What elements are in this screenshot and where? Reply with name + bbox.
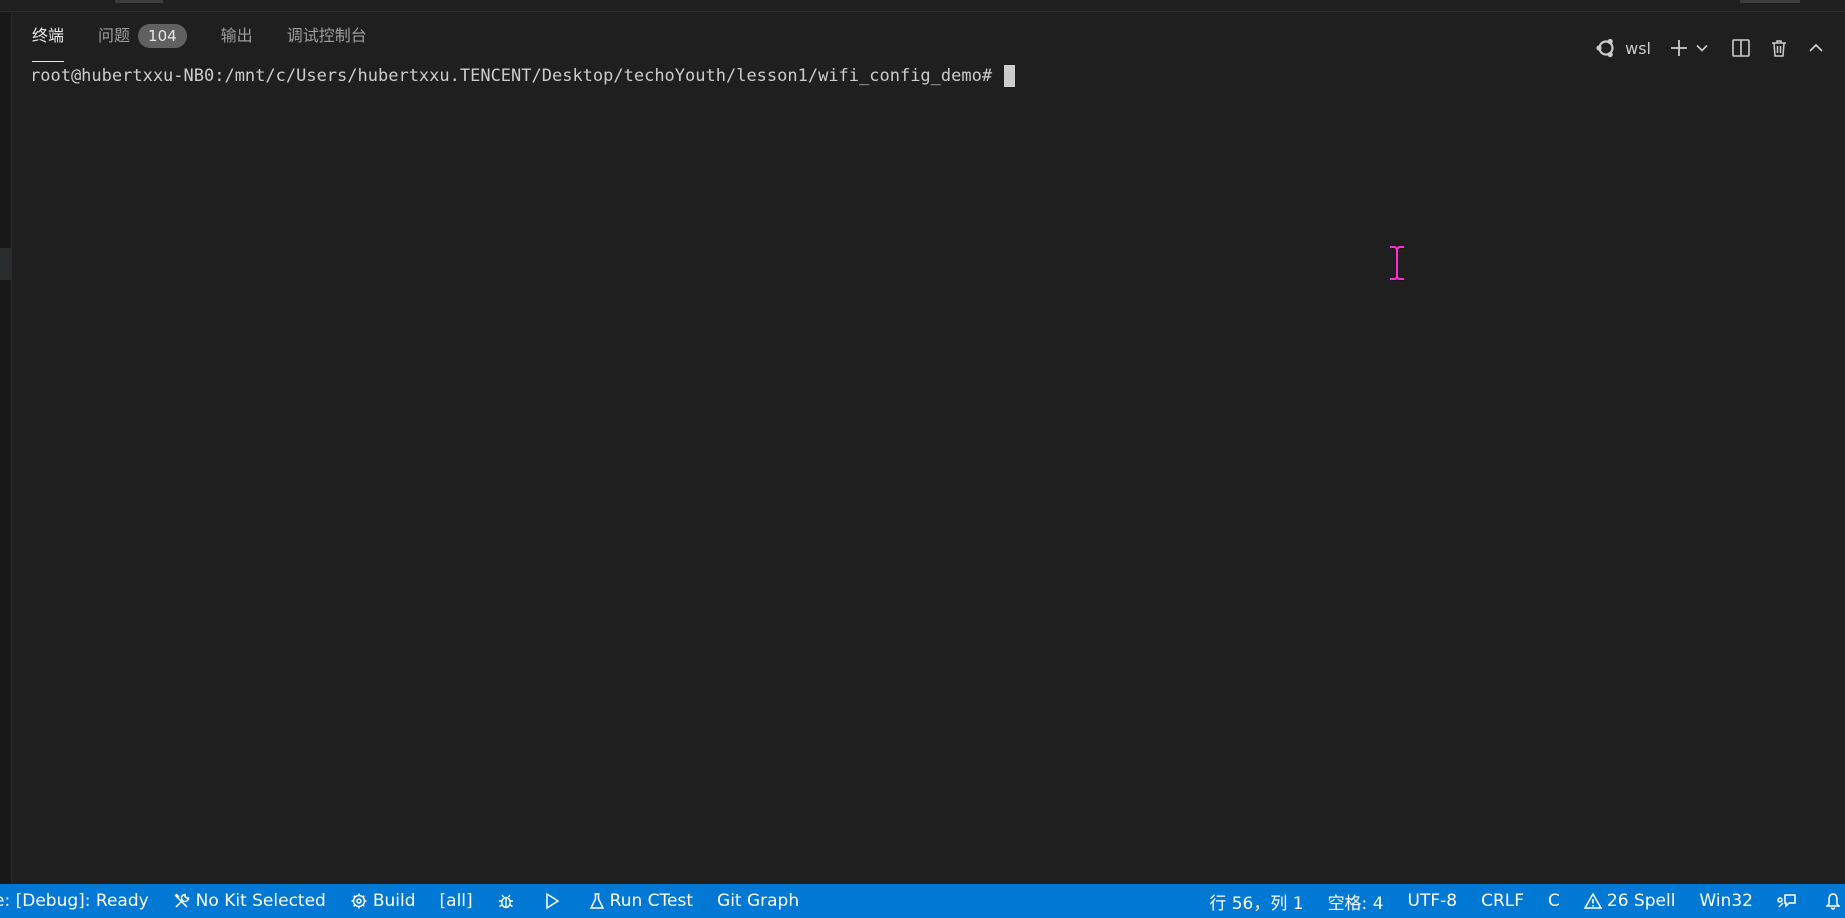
cmake-status[interactable]: e: [Debug]: Ready bbox=[0, 884, 161, 918]
play-icon bbox=[545, 892, 560, 910]
cmake-status-label: e: [Debug]: Ready bbox=[0, 891, 149, 911]
end-of-line[interactable]: CRLF bbox=[1469, 884, 1536, 918]
terminal-cursor bbox=[1004, 65, 1016, 87]
chevron-up-icon bbox=[1809, 43, 1823, 52]
language-mode[interactable]: C bbox=[1536, 884, 1572, 918]
platform[interactable]: Win32 bbox=[1687, 884, 1765, 918]
trash-icon bbox=[1772, 40, 1786, 57]
editor-tab-strip-remnant bbox=[0, 0, 1845, 12]
bug-icon bbox=[498, 894, 513, 909]
problems-count-badge: 104 bbox=[138, 24, 187, 48]
kit-label: No Kit Selected bbox=[195, 891, 326, 911]
status-bar: e: [Debug]: Ready No Kit Selected Build … bbox=[0, 884, 1845, 918]
debug-button[interactable] bbox=[485, 884, 532, 918]
new-terminal-button[interactable] bbox=[1669, 32, 1689, 64]
git-graph-button[interactable]: Git Graph bbox=[705, 884, 811, 918]
plus-icon bbox=[1671, 40, 1687, 56]
run-ctest-button[interactable]: Run CTest bbox=[577, 884, 705, 918]
strip-fragment bbox=[115, 0, 163, 3]
tab-terminal[interactable]: 终端 bbox=[32, 24, 65, 62]
split-terminal-button[interactable] bbox=[1731, 32, 1751, 64]
chevron-down-icon bbox=[1696, 44, 1708, 52]
gear-icon bbox=[351, 893, 367, 909]
encoding-label: UTF-8 bbox=[1407, 891, 1458, 911]
bell-icon bbox=[1826, 893, 1840, 910]
warning-icon bbox=[1583, 892, 1602, 909]
tab-label: 终端 bbox=[32, 26, 65, 45]
tools-icon bbox=[174, 893, 189, 908]
encoding[interactable]: UTF-8 bbox=[1396, 884, 1470, 918]
flask-icon bbox=[589, 893, 604, 909]
status-bar-left: e: [Debug]: Ready No Kit Selected Build … bbox=[0, 884, 811, 918]
notifications-button[interactable] bbox=[1814, 884, 1845, 918]
indentation[interactable]: 空格: 4 bbox=[1316, 884, 1396, 918]
terminal-profile-button[interactable]: wsl bbox=[1595, 32, 1651, 64]
indentation-label: 空格: 4 bbox=[1327, 893, 1384, 914]
maximize-panel-button[interactable] bbox=[1807, 32, 1825, 64]
tab-problems[interactable]: 问题 104 bbox=[98, 24, 187, 62]
prompt-line: root@hubertxxu-NB0:/mnt/c/Users/hubertxx… bbox=[30, 64, 1810, 88]
panel-actions: wsl bbox=[1595, 32, 1845, 64]
split-icon bbox=[1732, 39, 1750, 57]
status-bar-right: 行 56，列 1 空格: 4 UTF-8 CRLF C 26 Spell Win… bbox=[1197, 884, 1845, 918]
build-label: Build bbox=[372, 891, 416, 911]
ibeam-cursor-icon bbox=[1390, 245, 1404, 281]
tab-label: 调试控制台 bbox=[286, 26, 367, 45]
build-button[interactable]: Build bbox=[338, 884, 428, 918]
terminal-output[interactable]: root@hubertxxu-NB0:/mnt/c/Users/hubertxx… bbox=[30, 64, 1810, 864]
terminal-profile-label: wsl bbox=[1625, 38, 1651, 58]
spell-check[interactable]: 26 Spell bbox=[1572, 884, 1688, 918]
git-graph-label: Git Graph bbox=[717, 891, 800, 911]
shell-prompt: root@hubertxxu-NB0:/mnt/c/Users/hubertxx… bbox=[30, 66, 993, 86]
launch-profile-dropdown[interactable] bbox=[1695, 32, 1709, 64]
panel-tabs: 终端 问题 104 输出 调试控制台 bbox=[32, 24, 401, 62]
gutter-marker bbox=[0, 248, 12, 280]
tab-label: 问题 bbox=[98, 26, 131, 45]
tab-debug-console[interactable]: 调试控制台 bbox=[287, 24, 367, 62]
spell-check-label: 26 Spell bbox=[1606, 891, 1676, 911]
language-mode-label: C bbox=[1548, 891, 1560, 911]
cursor-position[interactable]: 行 56，列 1 bbox=[1197, 884, 1315, 918]
tab-output[interactable]: 输出 bbox=[221, 24, 253, 62]
cursor-position-label: 行 56，列 1 bbox=[1209, 893, 1304, 914]
tab-label: 输出 bbox=[220, 26, 253, 45]
build-target-label: [all] bbox=[439, 891, 473, 911]
kit-selector[interactable]: No Kit Selected bbox=[161, 884, 338, 918]
run-ctest-label: Run CTest bbox=[609, 891, 694, 911]
feedback-button[interactable] bbox=[1765, 884, 1814, 918]
run-button[interactable] bbox=[532, 884, 577, 918]
strip-fragment bbox=[1740, 0, 1800, 3]
left-gutter bbox=[0, 12, 12, 884]
kill-terminal-button[interactable] bbox=[1769, 32, 1789, 64]
end-of-line-label: CRLF bbox=[1481, 891, 1525, 911]
feedback-icon bbox=[1777, 894, 1796, 908]
platform-label: Win32 bbox=[1699, 891, 1753, 911]
panel-header: 终端 问题 104 输出 调试控制台 wsl bbox=[12, 12, 1845, 62]
ubuntu-icon bbox=[1596, 38, 1614, 58]
build-target[interactable]: [all] bbox=[428, 884, 485, 918]
